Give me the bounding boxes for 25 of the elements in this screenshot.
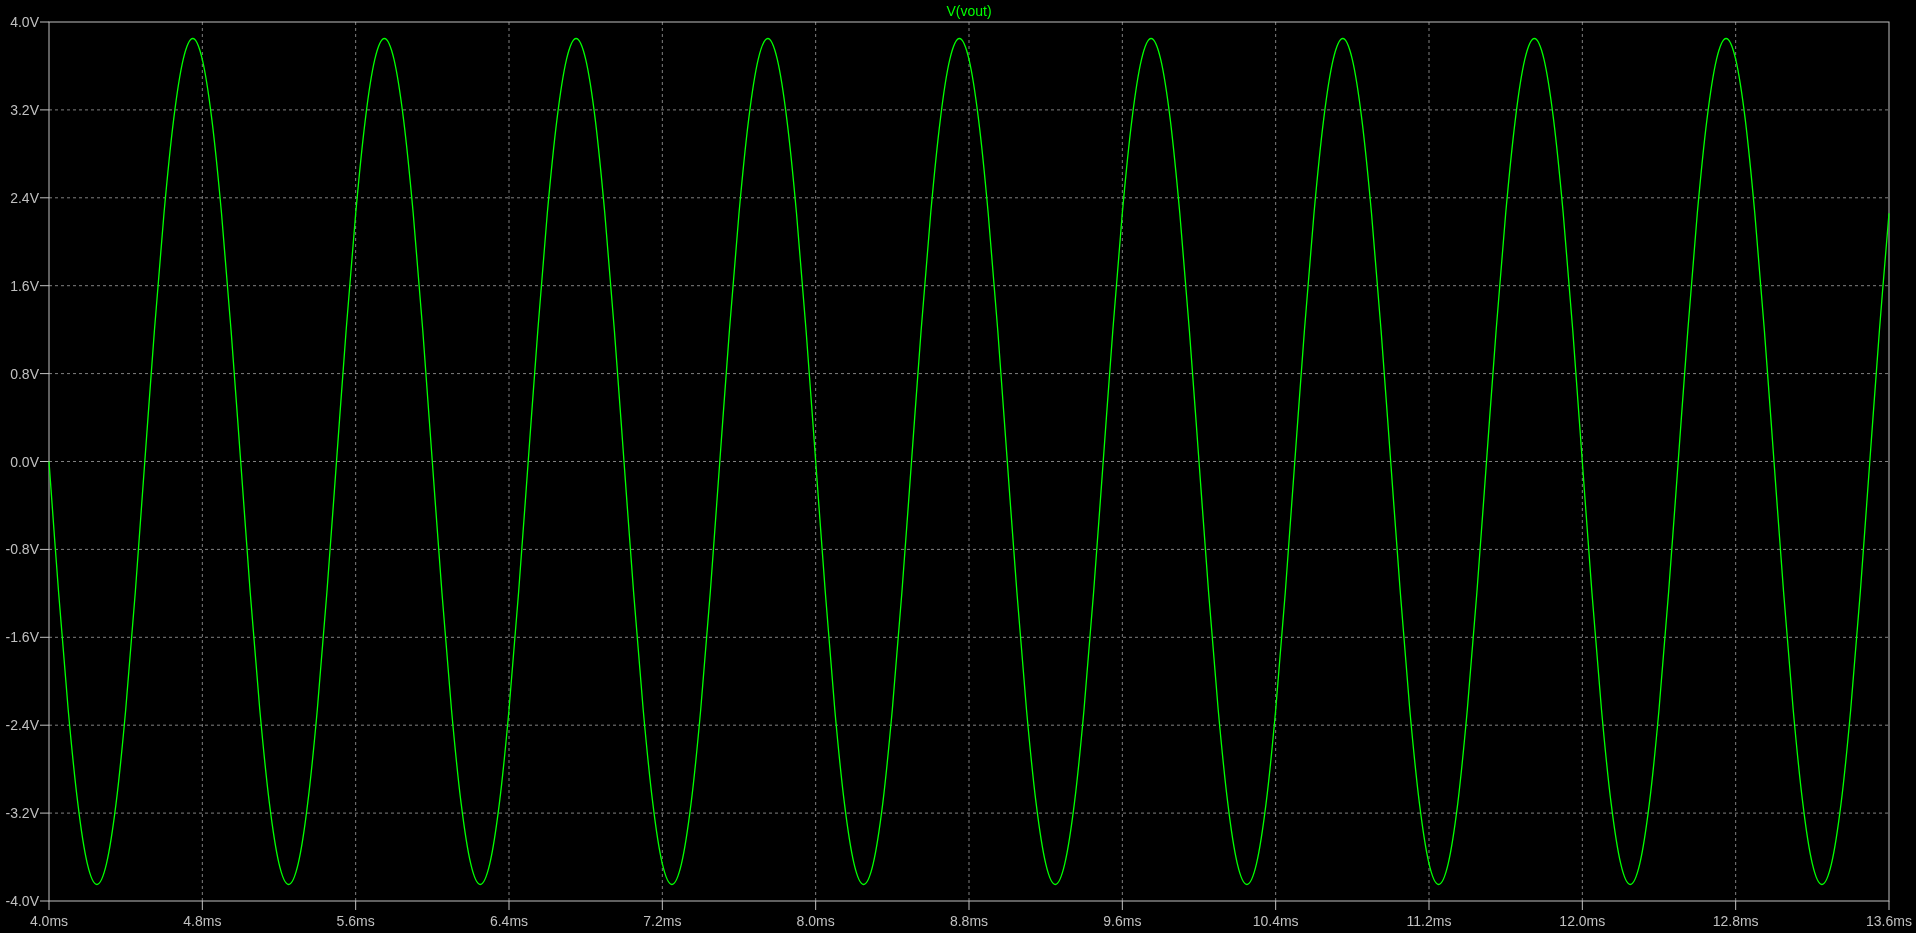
x-axis-label: 12.0ms bbox=[1559, 913, 1606, 929]
x-axis-label: 12.8ms bbox=[1712, 913, 1759, 929]
y-axis-label: -1.6V bbox=[5, 629, 39, 646]
y-axis-label: 3.2V bbox=[10, 101, 39, 118]
x-axis-label: 5.6ms bbox=[336, 913, 375, 929]
y-axis-label: -2.4V bbox=[5, 717, 39, 734]
y-axis-label: 0.0V bbox=[10, 453, 39, 470]
y-axis-label: 4.0V bbox=[10, 14, 39, 30]
x-axis-label: 8.0ms bbox=[796, 913, 835, 929]
y-axis-label: -3.2V bbox=[5, 805, 39, 822]
x-axis-label: 4.0ms bbox=[29, 913, 69, 929]
x-axis-label: 9.6ms bbox=[1103, 913, 1142, 929]
y-axis-label: -4.0V bbox=[5, 893, 39, 909]
x-axis-label: 10.4ms bbox=[1252, 913, 1299, 929]
trace-name[interactable]: V(vout) bbox=[946, 3, 992, 19]
x-axis-label: 6.4ms bbox=[489, 913, 529, 929]
x-axis-label: 4.8ms bbox=[183, 913, 222, 929]
x-axis-label: 11.2ms bbox=[1406, 913, 1452, 929]
x-axis-label: 13.6ms bbox=[1866, 913, 1912, 929]
y-axis-label: 1.6V bbox=[10, 277, 39, 294]
y-axis-label: -0.8V bbox=[5, 541, 39, 558]
x-axis-label: 7.2ms bbox=[643, 913, 682, 929]
y-axis-label: 0.8V bbox=[10, 365, 39, 382]
y-axis-label: 2.4V bbox=[10, 189, 39, 206]
x-axis-label: 8.8ms bbox=[949, 913, 989, 929]
